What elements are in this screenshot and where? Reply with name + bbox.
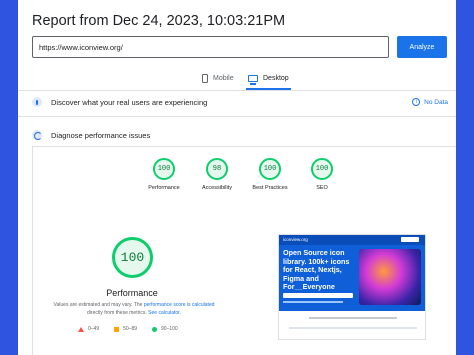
- tabs-divider: [18, 90, 456, 91]
- lab-data-section[interactable]: Diagnose performance issues: [32, 125, 150, 145]
- score-calculated-link[interactable]: performance score is calculated: [144, 302, 215, 308]
- performance-note: Values are estimated and may vary. The p…: [50, 301, 218, 317]
- circle-icon: [152, 326, 158, 332]
- legend-range: 90–100: [161, 326, 178, 332]
- note-text: directly from these metrics.: [87, 310, 147, 316]
- tab-desktop[interactable]: Desktop: [246, 66, 291, 90]
- no-data-status: i No Data: [412, 92, 448, 112]
- preview-search-bar: [283, 293, 353, 298]
- note-text: Values are estimated and may vary. The: [53, 302, 143, 308]
- gauge-icon: [32, 130, 42, 140]
- legend-range: 0–49: [88, 326, 100, 332]
- score-gauge: 100: [259, 158, 281, 180]
- tab-desktop-label: Desktop: [263, 74, 289, 82]
- tab-mobile-label: Mobile: [213, 74, 234, 82]
- report-title: Report from Dec 24, 2023, 10:03:21PM: [32, 13, 286, 29]
- url-input[interactable]: [32, 36, 389, 58]
- square-icon: [114, 326, 120, 332]
- analyze-button[interactable]: Analyze: [397, 36, 447, 58]
- performance-title: Performance: [106, 288, 158, 298]
- preview-nav-button: [401, 237, 419, 242]
- users-info-icon: [32, 97, 42, 107]
- report-card: Report from Dec 24, 2023, 10:03:21PM Ana…: [18, 0, 456, 355]
- info-icon: i: [412, 98, 421, 106]
- score-performance[interactable]: 100 Performance: [134, 158, 194, 191]
- score-best-practices[interactable]: 100 Best Practices: [240, 158, 300, 191]
- score-label: Performance: [148, 185, 180, 191]
- tab-mobile[interactable]: Mobile: [202, 66, 234, 90]
- score-gauge: 100: [153, 158, 175, 180]
- score-legend: 0–49 50–89 90–100: [78, 326, 178, 332]
- preview-headline: Open Source icon library. 100k+ icons fo…: [283, 248, 350, 291]
- legend-fail: 0–49: [78, 326, 99, 332]
- preview-footer-line: [309, 317, 397, 319]
- preview-hero-image: [359, 249, 421, 305]
- score-label: Accessibility: [202, 185, 232, 191]
- field-data-section[interactable]: Discover what your real users are experi…: [32, 92, 207, 112]
- see-calculator-link[interactable]: See calculator.: [148, 310, 181, 316]
- preview-footer: [279, 311, 425, 339]
- device-tabs: Mobile Desktop: [18, 66, 456, 90]
- score-label: SEO: [316, 185, 328, 191]
- score-gauge: 98: [206, 158, 228, 180]
- page-screenshot[interactable]: iconview.org Open Source icon library. 1…: [278, 234, 426, 340]
- preview-logo: iconview.org: [283, 237, 308, 242]
- preview-footer-row: [289, 327, 417, 329]
- field-data-label: Discover what your real users are experi…: [51, 97, 208, 107]
- legend-average: 50–89: [114, 326, 137, 332]
- monitor-icon: [248, 74, 258, 85]
- score-seo[interactable]: 100 SEO: [292, 158, 352, 191]
- legend-pass: 90–100: [152, 326, 178, 332]
- no-data-label: No Data: [424, 98, 448, 106]
- phone-icon: [202, 73, 208, 83]
- triangle-icon: [78, 326, 84, 332]
- section-divider: [18, 116, 456, 117]
- lab-data-label: Diagnose performance issues: [51, 130, 151, 140]
- score-label: Best Practices: [252, 185, 288, 191]
- score-gauge: 100: [311, 158, 333, 180]
- performance-score-gauge: 100: [112, 237, 153, 278]
- legend-range: 50–89: [123, 326, 138, 332]
- score-accessibility[interactable]: 98 Accessibility: [187, 158, 247, 191]
- preview-text-line: [283, 301, 343, 303]
